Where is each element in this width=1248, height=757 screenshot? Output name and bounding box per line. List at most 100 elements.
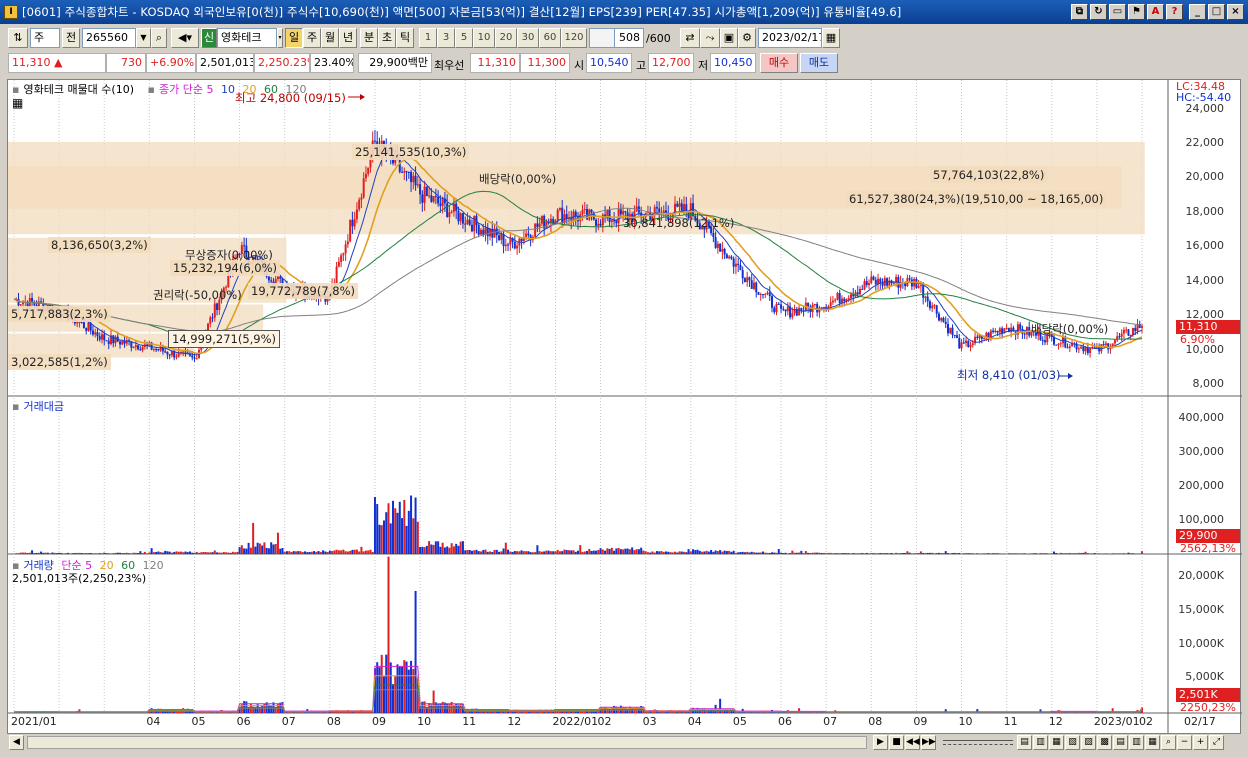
chart-icon[interactable]: ▦ bbox=[1049, 735, 1064, 750]
candle-body bbox=[468, 219, 471, 225]
period-month[interactable]: 월 bbox=[321, 28, 339, 48]
code-input[interactable]: 265560 bbox=[82, 28, 136, 48]
zoom-search-icon[interactable]: ⌕ bbox=[1161, 735, 1176, 750]
fast-forward-icon[interactable]: ▶▶ bbox=[921, 735, 936, 750]
candle-body bbox=[346, 241, 349, 245]
period-second[interactable]: 초 bbox=[378, 28, 396, 48]
amount-bar bbox=[150, 548, 153, 554]
candle-body bbox=[935, 305, 938, 314]
period-minute[interactable]: 분 bbox=[360, 28, 378, 48]
buy-button[interactable]: 매수 bbox=[760, 53, 798, 73]
period-week[interactable]: 주 bbox=[303, 28, 321, 48]
amount-title: 거래대금 bbox=[23, 400, 64, 413]
interval-20[interactable]: 20 bbox=[495, 28, 517, 48]
chart-tool-icon[interactable]: ⤳ bbox=[700, 28, 720, 48]
amount-bar bbox=[175, 551, 178, 554]
chart-icon[interactable]: ▦ bbox=[1145, 735, 1160, 750]
period-year[interactable]: 년 bbox=[339, 28, 357, 48]
interval-30[interactable]: 30 bbox=[517, 28, 539, 48]
chart-icon[interactable]: ▩ bbox=[1097, 735, 1112, 750]
amount-bar bbox=[267, 548, 270, 554]
refresh-icon[interactable]: ↻ bbox=[1090, 4, 1107, 20]
chart-scrollbar[interactable]: ◀ ▶ ■ ◀◀ ▶▶ ▤ ▥ ▦ ▧ ▨ ▩ ▤ ▥ ▦ ⌕ − + ⤢ bbox=[7, 733, 1241, 751]
amount-bar bbox=[732, 550, 735, 554]
zoom-out-icon[interactable]: − bbox=[1177, 735, 1192, 750]
event-label: 배당락(0,00%) bbox=[1031, 322, 1109, 336]
date-input[interactable]: 2023/02/17 bbox=[758, 28, 822, 48]
count-input[interactable]: 508 bbox=[614, 28, 644, 48]
rewind-icon[interactable]: ◀◀ bbox=[905, 735, 920, 750]
x-tick: 12 bbox=[1048, 715, 1063, 728]
sell-button[interactable]: 매도 bbox=[800, 53, 838, 73]
font-icon[interactable]: A bbox=[1147, 4, 1164, 20]
menu-icon[interactable]: ⇅ bbox=[8, 28, 28, 48]
chart-canvas[interactable] bbox=[8, 80, 1242, 737]
best-bid: 11,300 bbox=[520, 53, 570, 73]
arrows-icon[interactable]: ⇄ bbox=[680, 28, 700, 48]
chart-area[interactable]: ▪ 영화테크 매물대 수(10) ▪ 종가 단순 5 10 20 60 120 ▦ … bbox=[7, 79, 1242, 737]
candle-body bbox=[1104, 343, 1107, 346]
help-icon[interactable]: ? bbox=[1166, 4, 1183, 20]
candle-body bbox=[464, 223, 467, 225]
interval-60[interactable]: 60 bbox=[539, 28, 561, 48]
chart-icon[interactable]: ▤ bbox=[1017, 735, 1032, 750]
flag-icon[interactable]: ⚑ bbox=[1128, 4, 1145, 20]
amount-bar bbox=[1012, 553, 1015, 554]
maximize-button[interactable]: □ bbox=[1208, 4, 1225, 20]
calendar-icon[interactable]: ▦ bbox=[822, 28, 840, 48]
amount-bar bbox=[574, 551, 577, 554]
zoom-in-icon[interactable]: + bbox=[1193, 735, 1208, 750]
type-select[interactable]: 주 bbox=[30, 28, 60, 48]
amount-bar bbox=[931, 552, 934, 554]
period-day[interactable]: 일 bbox=[285, 28, 303, 48]
amount-bar bbox=[263, 542, 266, 554]
chart-icon[interactable]: ▥ bbox=[1033, 735, 1048, 750]
interval-3[interactable]: 3 bbox=[437, 28, 455, 48]
candle-body bbox=[655, 207, 658, 209]
amount-bar bbox=[470, 550, 473, 554]
play-icon[interactable]: ▶ bbox=[873, 735, 888, 750]
restore-icon[interactable]: ⤢ bbox=[1209, 735, 1224, 750]
save-icon[interactable]: ▣ bbox=[720, 28, 738, 48]
amount-bar bbox=[71, 552, 74, 554]
link-icon[interactable]: ⧉ bbox=[1071, 4, 1088, 20]
stop-icon[interactable]: ■ bbox=[889, 735, 904, 750]
search-icon[interactable]: ⌕ bbox=[151, 28, 167, 48]
window-icon[interactable]: ▭ bbox=[1109, 4, 1126, 20]
amount-bar bbox=[362, 551, 365, 554]
price-legend-title: 영화테크 매물대 수(10) bbox=[23, 83, 135, 96]
candle-body bbox=[870, 276, 873, 284]
chart-icon[interactable]: ▧ bbox=[1065, 735, 1080, 750]
interval-1[interactable]: 1 bbox=[419, 28, 437, 48]
speaker-icon[interactable]: ◀▾ bbox=[171, 28, 199, 48]
amount-bar bbox=[746, 551, 749, 554]
minimize-button[interactable]: _ bbox=[1189, 4, 1206, 20]
chart-icon[interactable]: ▨ bbox=[1081, 735, 1096, 750]
zoom-slider[interactable] bbox=[943, 740, 1013, 745]
candle-body bbox=[134, 345, 137, 348]
grid-icon[interactable]: ▦ bbox=[12, 96, 23, 110]
scroll-thumb[interactable] bbox=[27, 736, 867, 749]
prev-button[interactable]: 전 bbox=[62, 28, 80, 48]
amount-bar bbox=[89, 553, 92, 554]
close-button[interactable]: × bbox=[1227, 4, 1244, 20]
chevron-down-icon[interactable]: ▾ bbox=[277, 28, 283, 48]
scroll-left-icon[interactable]: ◀ bbox=[9, 735, 24, 750]
candle-body bbox=[373, 140, 376, 142]
interval-10[interactable]: 10 bbox=[473, 28, 495, 48]
chart-icon[interactable]: ▥ bbox=[1129, 735, 1144, 750]
interval-5[interactable]: 5 bbox=[455, 28, 473, 48]
period-tick[interactable]: 틱 bbox=[396, 28, 414, 48]
candle-body bbox=[428, 195, 431, 197]
amount-bar bbox=[405, 525, 408, 554]
interval-120[interactable]: 120 bbox=[561, 28, 587, 48]
stock-name[interactable]: 영화테크 bbox=[217, 28, 277, 48]
toolbar-main: ⇅ 주 전 265560 ▼ ⌕ ◀▾ 신 영화테크 ▾ 일 주 월 년 분 초… bbox=[0, 28, 1248, 52]
chevron-down-icon[interactable]: ▼ bbox=[136, 28, 151, 48]
amount-bar bbox=[1066, 553, 1069, 554]
amount-bar bbox=[1116, 553, 1119, 554]
amount-bar bbox=[484, 549, 487, 554]
chart-icon[interactable]: ▤ bbox=[1113, 735, 1128, 750]
gear-icon[interactable]: ⚙ bbox=[738, 28, 756, 48]
amount-bar bbox=[653, 552, 656, 554]
